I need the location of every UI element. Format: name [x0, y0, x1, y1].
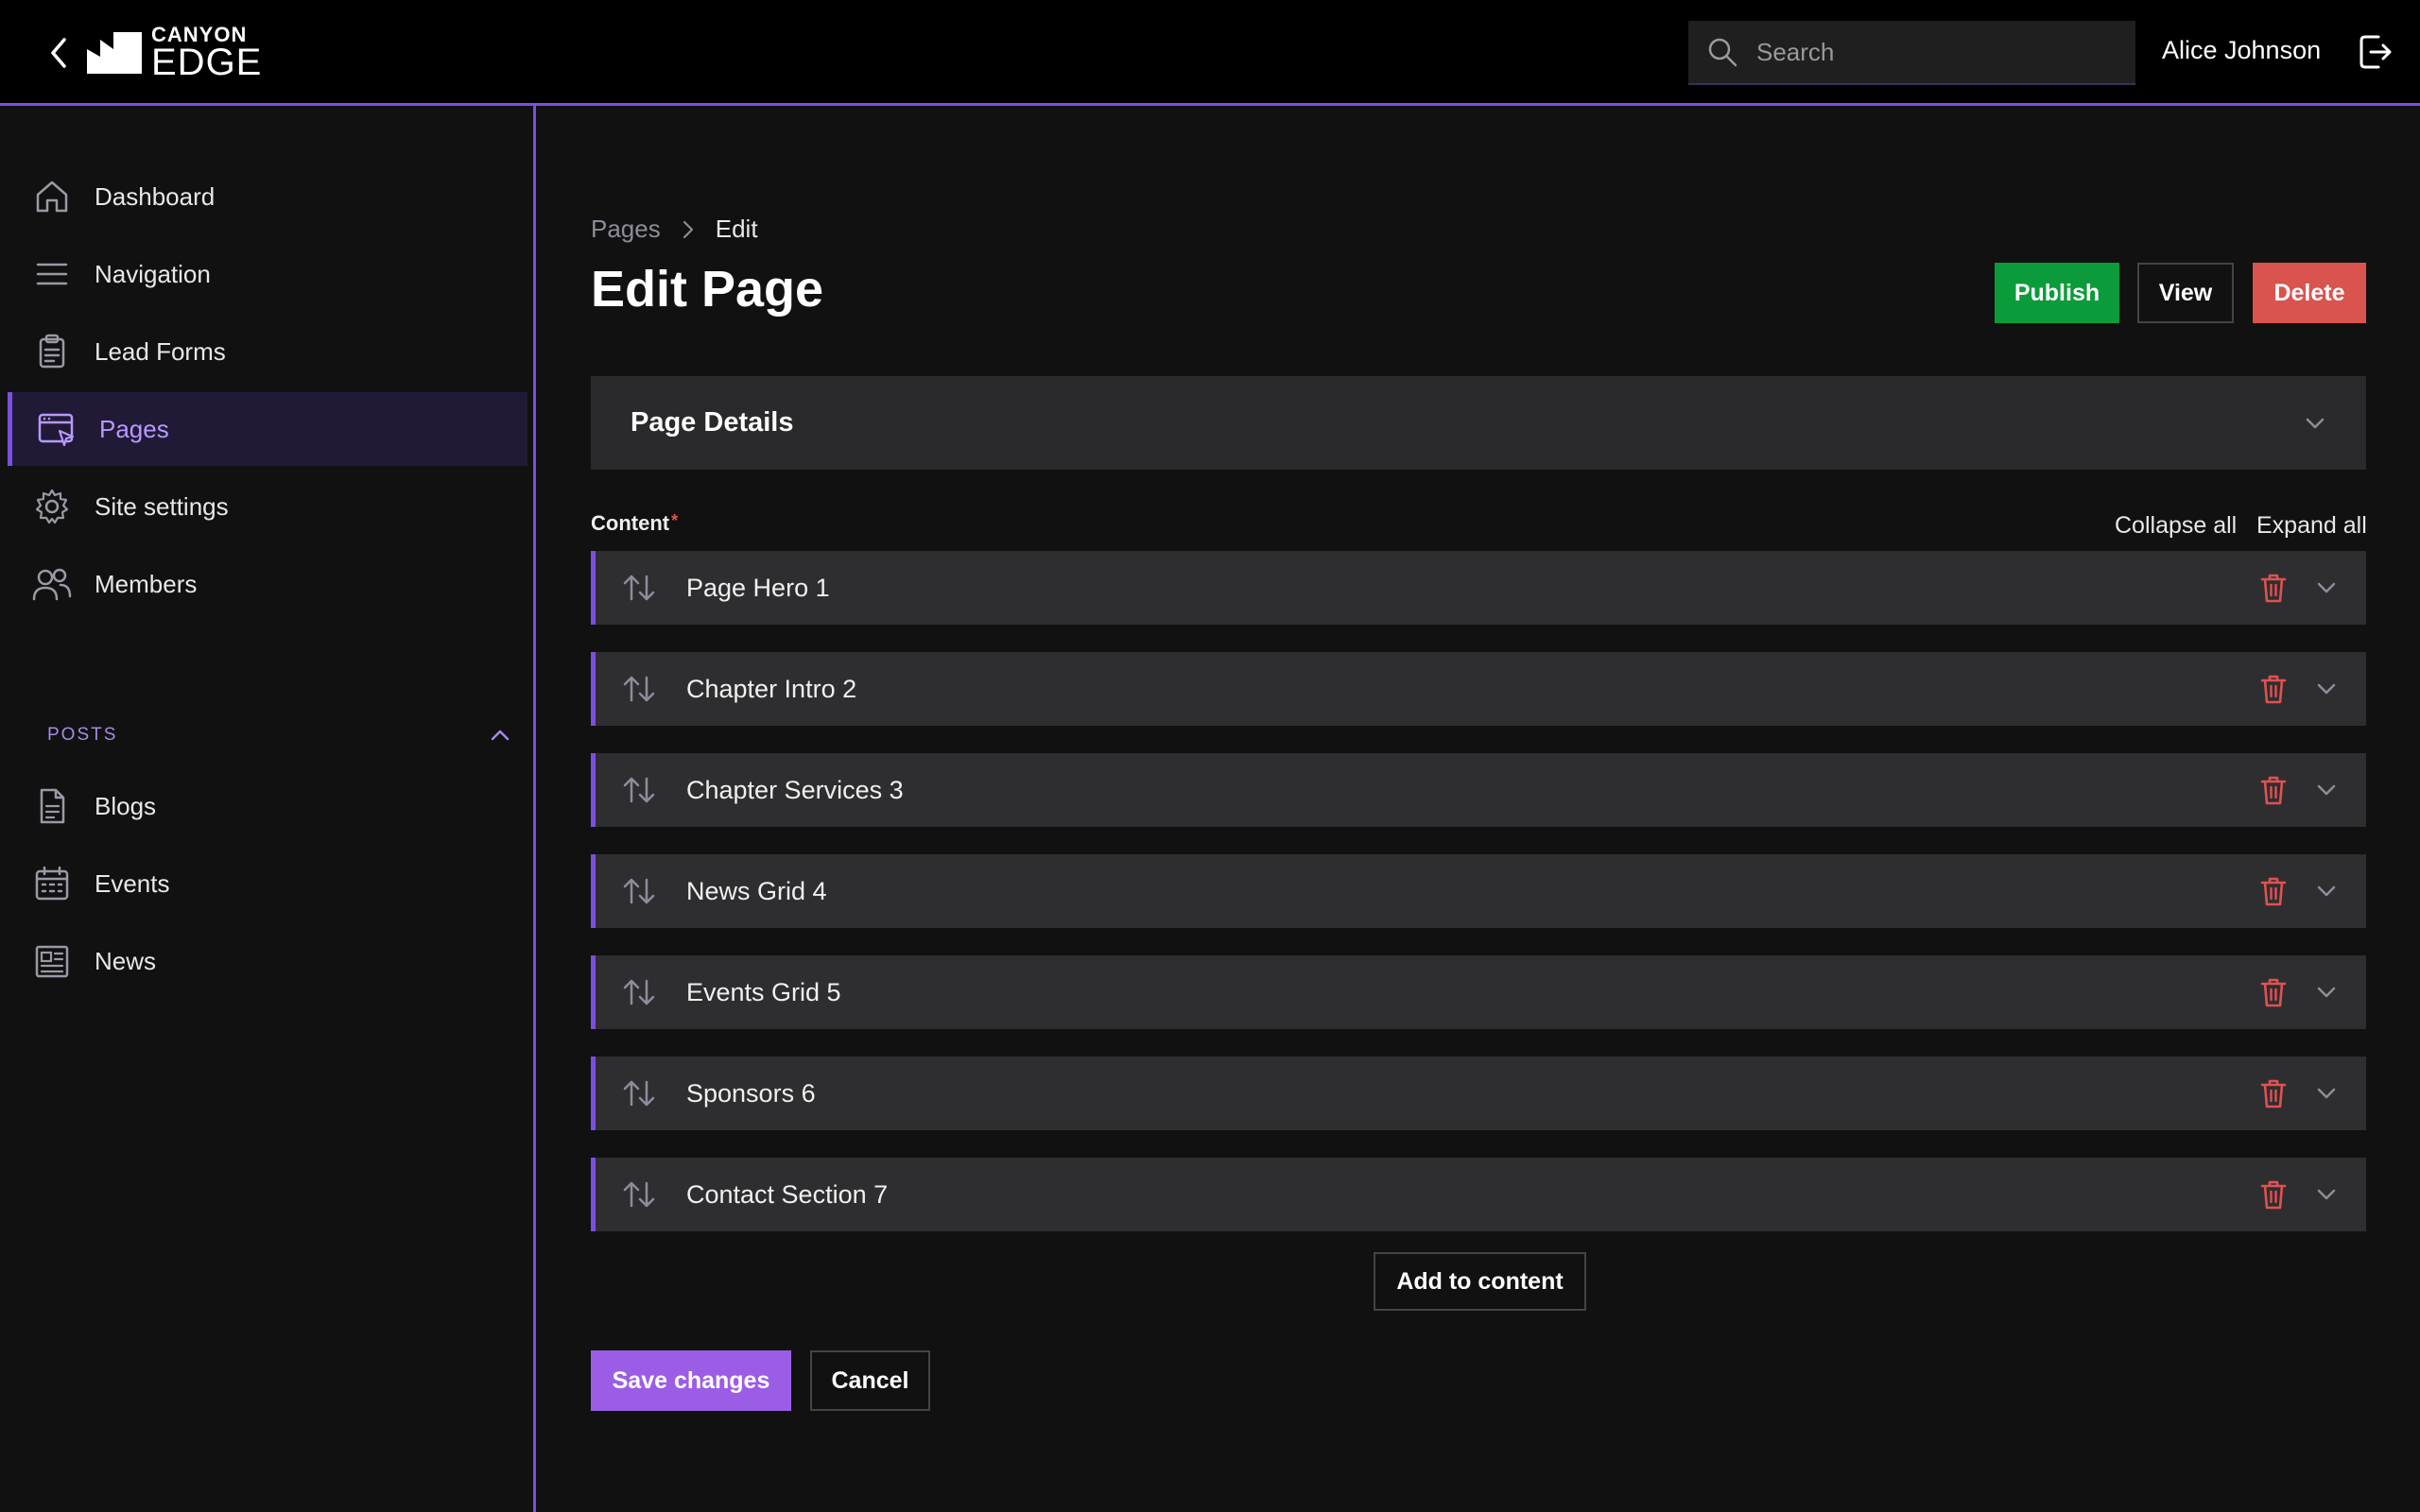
logo-mark-icon — [87, 32, 142, 74]
chevron-up-icon — [491, 730, 510, 741]
page-title: Edit Page — [591, 261, 824, 318]
trash-icon[interactable] — [2260, 977, 2287, 1007]
posts-section-header[interactable]: POSTS — [47, 716, 510, 754]
home-icon — [30, 178, 74, 215]
drag-handle-icon[interactable] — [622, 1179, 679, 1210]
logout-button[interactable] — [2354, 30, 2397, 74]
sidebar-item-label: Events — [95, 868, 170, 898]
trash-icon[interactable] — [2260, 1078, 2287, 1108]
newspaper-icon — [30, 942, 74, 980]
sidebar-item-navigation[interactable]: Navigation — [8, 237, 527, 311]
drag-handle-icon[interactable] — [622, 876, 679, 906]
chevron-right-icon — [682, 219, 695, 240]
search-input[interactable] — [1756, 37, 2116, 67]
logout-icon — [2360, 35, 2392, 69]
browser-window-icon — [35, 410, 78, 448]
clipboard-icon — [30, 333, 74, 370]
chevron-down-icon[interactable] — [2315, 985, 2338, 1000]
sidebar-item-label: Blogs — [95, 791, 157, 820]
drag-handle-icon[interactable] — [622, 573, 679, 603]
collapse-all-button[interactable]: Collapse all — [2115, 512, 2237, 540]
page-details-title: Page Details — [631, 407, 794, 438]
trash-icon[interactable] — [2260, 674, 2287, 704]
calendar-icon — [30, 865, 74, 902]
sidebar-item-label: Dashboard — [95, 181, 216, 211]
sidebar-item-lead-forms[interactable]: Lead Forms — [8, 315, 527, 388]
page-details-panel[interactable]: Page Details — [591, 376, 2366, 470]
search-box — [1688, 21, 2135, 85]
sidebar: Dashboard Navigation Lead Forms Pages Si… — [0, 106, 536, 1512]
sidebar-item-label: News — [95, 946, 157, 975]
content-block[interactable]: Chapter Intro 2 — [591, 652, 2366, 726]
sidebar-item-label: Pages — [99, 414, 169, 443]
users-icon — [30, 565, 74, 603]
drag-handle-icon[interactable] — [622, 1078, 679, 1108]
content-block[interactable]: Chapter Services 3 — [591, 753, 2366, 827]
sidebar-item-label: Members — [95, 569, 198, 598]
sidebar-item-label: Site settings — [95, 491, 229, 521]
content-block[interactable]: News Grid 4 — [591, 854, 2366, 928]
delete-page-button[interactable]: Delete — [2253, 263, 2366, 323]
top-bar: CANYON EDGE Alice Johnson — [0, 0, 2420, 106]
chevron-down-icon[interactable] — [2315, 782, 2338, 798]
required-mark: * — [671, 511, 679, 530]
save-changes-button[interactable]: Save changes — [591, 1350, 791, 1411]
sidebar-item-site-settings[interactable]: Site settings — [8, 470, 527, 543]
content-block-title: Events Grid 5 — [686, 977, 841, 1006]
view-button[interactable]: View — [2137, 263, 2234, 323]
add-to-content-button[interactable]: Add to content — [1374, 1252, 1586, 1311]
sidebar-item-members[interactable]: Members — [8, 547, 527, 621]
main-content: Pages Edit Edit Page Publish View Delete… — [539, 109, 2420, 1512]
content-label: Content * — [591, 511, 678, 536]
content-block-title: Chapter Services 3 — [686, 775, 904, 804]
sidebar-item-news[interactable]: News — [8, 924, 527, 998]
content-block[interactable]: Contact Section 7 — [591, 1158, 2366, 1231]
back-button[interactable] — [38, 32, 79, 74]
search-icon — [1688, 36, 1756, 68]
chevron-down-icon[interactable] — [2315, 884, 2338, 899]
document-icon — [30, 787, 74, 825]
drag-handle-icon[interactable] — [622, 775, 679, 805]
chevron-down-icon[interactable] — [2315, 580, 2338, 595]
breadcrumb-pages-link[interactable]: Pages — [591, 215, 661, 244]
sidebar-item-pages[interactable]: Pages — [8, 392, 527, 466]
expand-all-button[interactable]: Expand all — [2256, 512, 2367, 540]
drag-handle-icon[interactable] — [622, 674, 679, 704]
breadcrumb-current: Edit — [715, 215, 758, 243]
content-label-text: Content — [591, 511, 670, 535]
content-block-title: News Grid 4 — [686, 876, 827, 905]
chevron-left-icon — [51, 38, 66, 68]
sidebar-item-events[interactable]: Events — [8, 847, 527, 920]
publish-button[interactable]: Publish — [1995, 263, 2119, 323]
breadcrumb: Pages Edit — [591, 215, 758, 244]
content-block[interactable]: Page Hero 1 — [591, 551, 2366, 625]
chevron-down-icon[interactable] — [2315, 1187, 2338, 1202]
chevron-down-icon[interactable] — [2315, 681, 2338, 696]
drag-handle-icon[interactable] — [622, 977, 679, 1007]
content-block-title: Page Hero 1 — [686, 573, 830, 602]
content-block[interactable]: Sponsors 6 — [591, 1057, 2366, 1130]
trash-icon[interactable] — [2260, 1179, 2287, 1210]
logo-text-bottom: EDGE — [151, 42, 263, 83]
sidebar-item-blogs[interactable]: Blogs — [8, 769, 527, 843]
sidebar-item-label: Lead Forms — [95, 336, 226, 366]
cancel-button[interactable]: Cancel — [810, 1350, 930, 1411]
gear-icon — [30, 488, 74, 525]
trash-icon[interactable] — [2260, 876, 2287, 906]
posts-section-label: POSTS — [47, 725, 118, 745]
chevron-down-icon — [2306, 418, 2325, 428]
user-name[interactable]: Alice Johnson — [2162, 36, 2321, 65]
trash-icon[interactable] — [2260, 573, 2287, 603]
sidebar-item-dashboard[interactable]: Dashboard — [8, 160, 527, 233]
content-block-title: Contact Section 7 — [686, 1179, 889, 1209]
content-block-title: Chapter Intro 2 — [686, 674, 857, 703]
menu-icon — [30, 255, 74, 293]
trash-icon[interactable] — [2260, 775, 2287, 805]
content-block[interactable]: Events Grid 5 — [591, 955, 2366, 1029]
chevron-down-icon[interactable] — [2315, 1086, 2338, 1101]
content-block-title: Sponsors 6 — [686, 1078, 816, 1108]
sidebar-item-label: Navigation — [95, 259, 211, 288]
canyon-edge-logo[interactable]: CANYON EDGE — [85, 25, 263, 83]
